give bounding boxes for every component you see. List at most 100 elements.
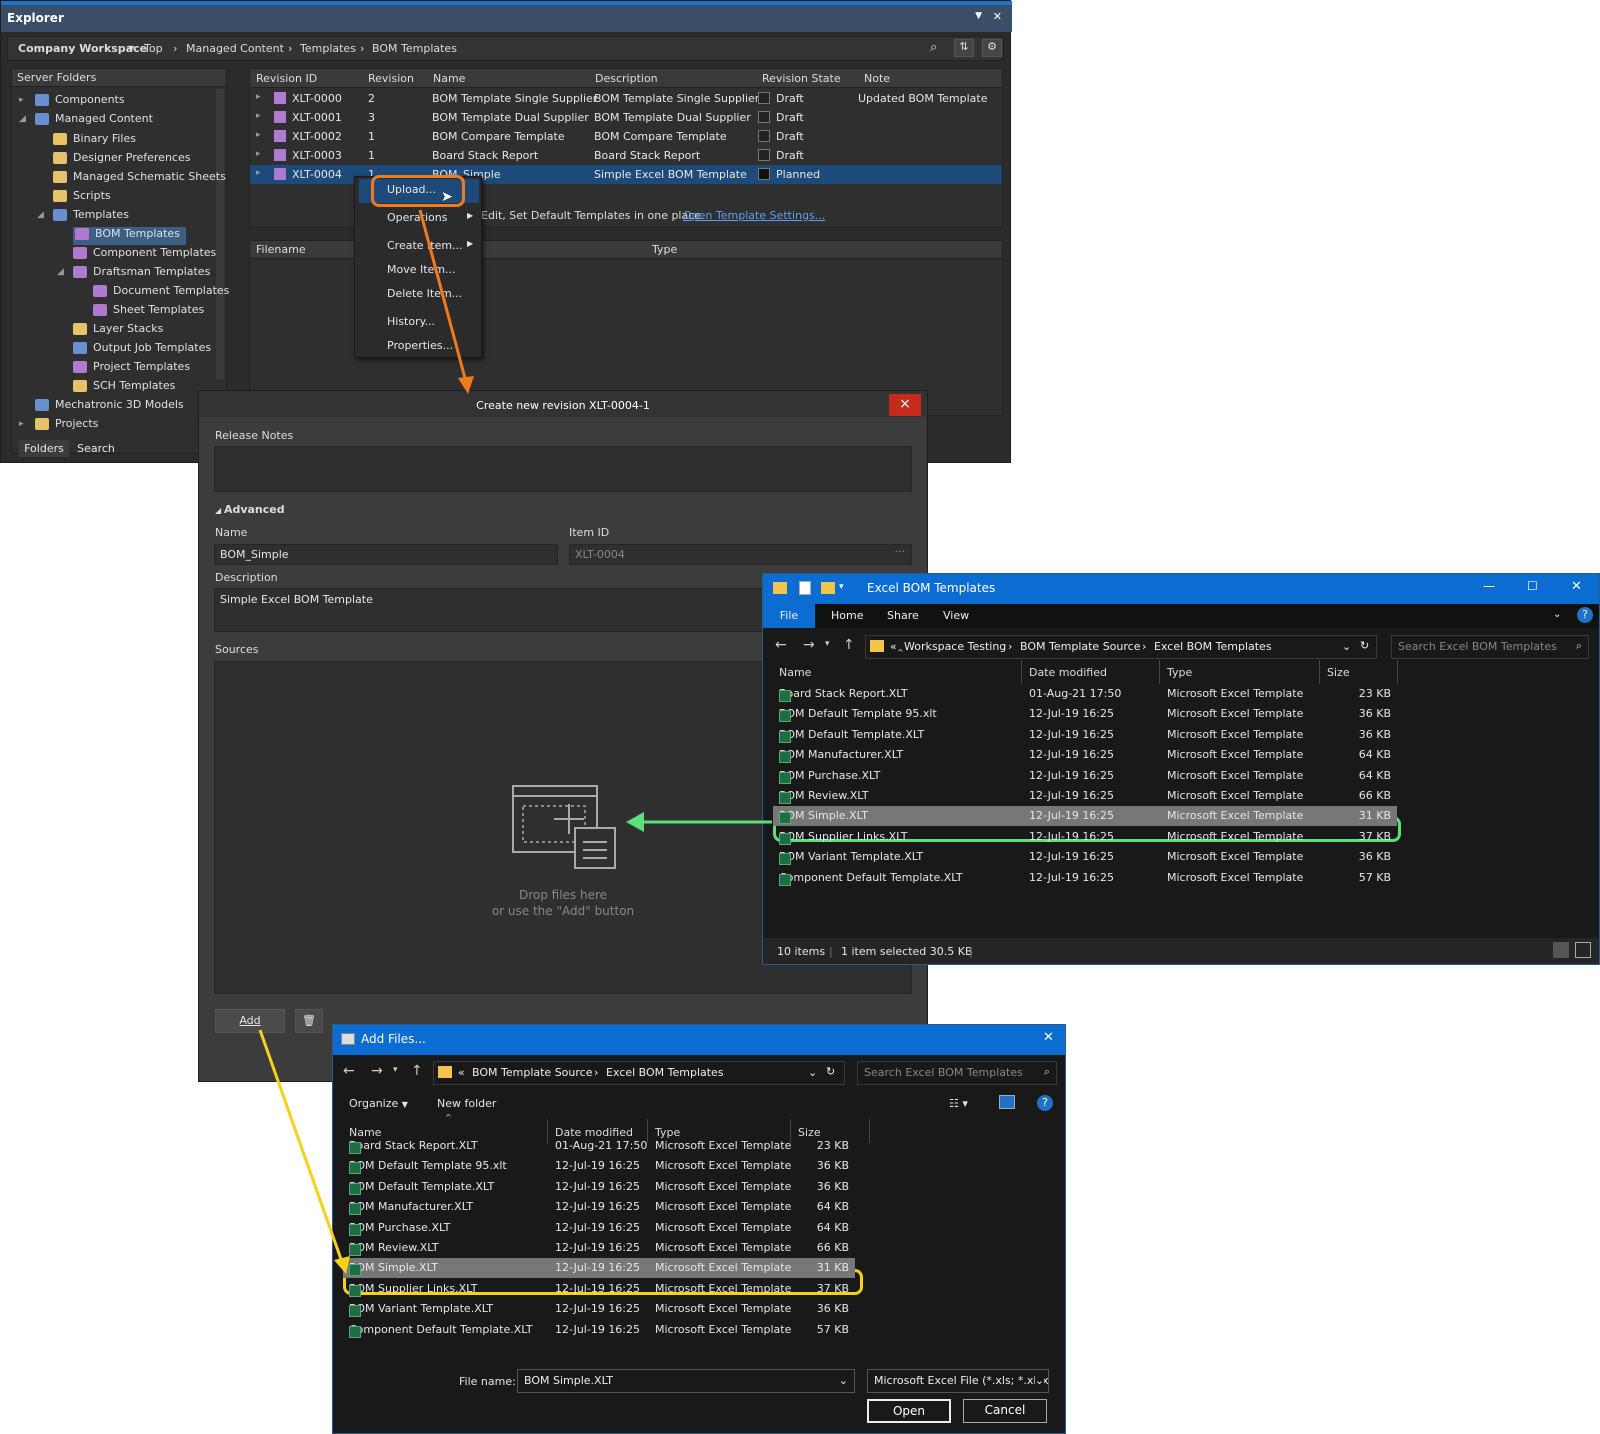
name-input[interactable]: BOM_Simple	[214, 544, 558, 565]
search-icon[interactable]: ⌕	[930, 40, 937, 55]
close-icon[interactable]: ✕	[1043, 1030, 1054, 1045]
table-row[interactable]: ▸ XLT-0000 2 BOM Template Single Supplier BO…	[250, 89, 1002, 108]
col-revision-id[interactable]: Revision ID	[256, 72, 317, 85]
file-row[interactable]: BOM Default Template.XLT 12-Jul-19 16:25 M…	[773, 725, 1397, 745]
address-bar[interactable]: « Workspace Testing › BOM Template Sourc…	[865, 635, 1377, 659]
minimize-icon[interactable]: —	[1483, 579, 1495, 593]
file-row[interactable]: BOM Simple.XLT 12-Jul-19 16:25 Microsoft E…	[773, 806, 1397, 827]
maximize-icon[interactable]: ☐	[1527, 579, 1538, 593]
col-description[interactable]: Description	[595, 72, 658, 85]
address-overflow[interactable]: «	[458, 1066, 465, 1079]
address-part[interactable]: BOM Template Source	[472, 1066, 592, 1079]
quick-access-dropdown-icon[interactable]: ▾	[839, 582, 844, 592]
tree-item-project-templates[interactable]: Project Templates	[73, 360, 190, 378]
tree-item-layer-stacks[interactable]: Layer Stacks	[73, 322, 163, 340]
recent-dropdown-icon[interactable]: ▾	[825, 639, 830, 649]
file-row[interactable]: BOM Variant Template.XLT 12-Jul-19 16:25 M…	[343, 1299, 855, 1319]
file-row[interactable]: BOM Review.XLT 12-Jul-19 16:25 Microsoft E…	[343, 1238, 855, 1258]
expand-toggle-icon[interactable]: ◢	[57, 267, 64, 277]
tab-home[interactable]: Home	[831, 609, 863, 622]
open-button[interactable]: Open	[867, 1399, 951, 1423]
tree-item-components[interactable]: Components	[35, 93, 125, 111]
trash-icon[interactable]: 🗑	[295, 1009, 323, 1033]
tab-file[interactable]: File	[763, 604, 815, 628]
col-revision-state[interactable]: Revision State	[762, 72, 841, 85]
tree-item-mechatronic-3d-models[interactable]: Mechatronic 3D Models	[35, 398, 184, 416]
tab-folders[interactable]: Folders	[19, 440, 69, 457]
chevron-down-icon[interactable]: ▼	[128, 44, 134, 53]
gear-icon[interactable]: ⚙	[982, 39, 1002, 57]
tab-search[interactable]: Search	[71, 440, 121, 457]
state-checkbox[interactable]	[758, 111, 770, 123]
chevron-down-icon[interactable]: ⌄	[839, 1374, 848, 1387]
tree-item-managed-content[interactable]: Managed Content	[35, 112, 153, 130]
file-type-select[interactable]: Microsoft Excel File (*.xls; *.xlsx ⌄	[867, 1369, 1049, 1393]
tree-item-sheet-templates[interactable]: Sheet Templates	[93, 303, 204, 321]
properties-icon[interactable]	[799, 581, 811, 595]
expand-toggle-icon[interactable]: ▸	[19, 95, 24, 105]
organize-button[interactable]: Organize ▼	[349, 1097, 408, 1110]
tree-item-scripts[interactable]: Scripts	[53, 189, 111, 207]
expand-toggle-icon[interactable]: ◢	[19, 114, 26, 124]
breadcrumb-managed-content[interactable]: Managed Content	[186, 42, 284, 55]
refresh-icon[interactable]: ↻	[826, 1065, 835, 1078]
col-type[interactable]: Type	[1167, 666, 1192, 679]
file-row[interactable]: Component Default Template.XLT 12-Jul-19 …	[773, 868, 1397, 888]
file-row[interactable]: Board Stack Report.XLT 01-Aug-21 17:50 Mic…	[773, 684, 1397, 704]
breadcrumb-bom-templates[interactable]: BOM Templates	[372, 42, 457, 55]
tree-item-draftsman-templates[interactable]: Draftsman Templates	[73, 265, 210, 283]
search-input[interactable]: Search Excel BOM Templates ⌕	[857, 1061, 1057, 1085]
state-checkbox[interactable]	[758, 149, 770, 161]
file-row[interactable]: Component Default Template.XLT 12-Jul-19 …	[343, 1320, 855, 1340]
expand-toggle-icon[interactable]: ◢	[37, 210, 44, 220]
state-checkbox[interactable]	[758, 168, 770, 180]
col-name[interactable]: Name	[779, 666, 811, 679]
file-row[interactable]: BOM Variant Template.XLT 12-Jul-19 16:25 M…	[773, 847, 1397, 867]
address-bar[interactable]: « BOM Template Source › Excel BOM Templa…	[433, 1061, 845, 1085]
state-checkbox[interactable]	[758, 130, 770, 142]
menu-item-move-item[interactable]: Move Item...	[387, 263, 456, 276]
file-name-input[interactable]: BOM Simple.XLT ⌄	[517, 1369, 855, 1393]
chevron-down-icon[interactable]: ⌄	[1342, 640, 1351, 653]
new-folder-button[interactable]: New folder	[437, 1097, 496, 1110]
file-row[interactable]: BOM Supplier Links.XLT 12-Jul-19 16:25 Mic…	[343, 1279, 855, 1299]
up-icon[interactable]: ↑	[843, 637, 855, 653]
open-template-settings-link[interactable]: Open Template Settings...	[683, 209, 825, 222]
file-row[interactable]: BOM Review.XLT 12-Jul-19 16:25 Microsoft E…	[773, 786, 1397, 806]
menu-item-history[interactable]: History...	[387, 315, 435, 328]
tree-item-designer-preferences[interactable]: Designer Preferences	[53, 151, 190, 169]
view-options-icon[interactable]: ☷ ▾	[949, 1097, 968, 1110]
breadcrumb-templates[interactable]: Templates	[300, 42, 356, 55]
address-overflow[interactable]: «	[890, 640, 897, 653]
help-icon[interactable]: ?	[1577, 607, 1593, 623]
menu-item-properties[interactable]: Properties...	[387, 339, 453, 352]
address-part[interactable]: Excel BOM Templates	[606, 1066, 724, 1079]
col-date-modified[interactable]: Date modified	[1029, 666, 1107, 679]
file-row[interactable]: BOM Default Template 95.xlt 12-Jul-19 16:…	[773, 704, 1397, 724]
file-row[interactable]: BOM Manufacturer.XLT 12-Jul-19 16:25 Micro…	[343, 1197, 855, 1217]
file-row[interactable]: Board Stack Report.XLT 01-Aug-21 17:50 Mic…	[343, 1136, 855, 1156]
breadcrumb-top[interactable]: Top	[144, 42, 163, 55]
file-row[interactable]: BOM Purchase.XLT 12-Jul-19 16:25 Microsoft…	[773, 766, 1397, 786]
tree-item-component-templates[interactable]: Component Templates	[73, 246, 216, 264]
expand-ribbon-icon[interactable]: ⌄	[1553, 609, 1561, 620]
col-revision[interactable]: Revision	[368, 72, 414, 85]
table-row[interactable]: ▸ XLT-0003 1 Board Stack Report Board Stack …	[250, 146, 1002, 165]
tree-item-projects[interactable]: Projects	[35, 417, 98, 435]
add-button[interactable]: Add	[215, 1009, 285, 1033]
cancel-button[interactable]: Cancel	[963, 1399, 1047, 1423]
tree-item-managed-schematic-sheets[interactable]: Managed Schematic Sheets	[53, 170, 226, 188]
refresh-icon[interactable]: ⇅	[954, 39, 974, 57]
table-row[interactable]: ▸ XLT-0002 1 BOM Compare Template BOM Compar…	[250, 127, 1002, 146]
tree-item-output-job-templates[interactable]: Output Job Templates	[73, 341, 211, 359]
dropdown-icon[interactable]: ▼	[975, 11, 982, 21]
col-filename[interactable]: Filename	[256, 243, 306, 256]
tree-item-bom-templates[interactable]: BOM Templates	[73, 227, 186, 245]
file-row[interactable]: BOM Manufacturer.XLT 12-Jul-19 16:25 Micro…	[773, 745, 1397, 765]
advanced-toggle[interactable]: ◢ Advanced	[215, 503, 285, 516]
file-row[interactable]: BOM Default Template 95.xlt 12-Jul-19 16:…	[343, 1156, 855, 1176]
preview-pane-icon[interactable]	[999, 1095, 1015, 1109]
close-icon[interactable]: ✕	[1571, 579, 1582, 594]
search-input[interactable]: Search Excel BOM Templates ⌕	[1391, 635, 1589, 659]
col-note[interactable]: Note	[864, 72, 890, 85]
